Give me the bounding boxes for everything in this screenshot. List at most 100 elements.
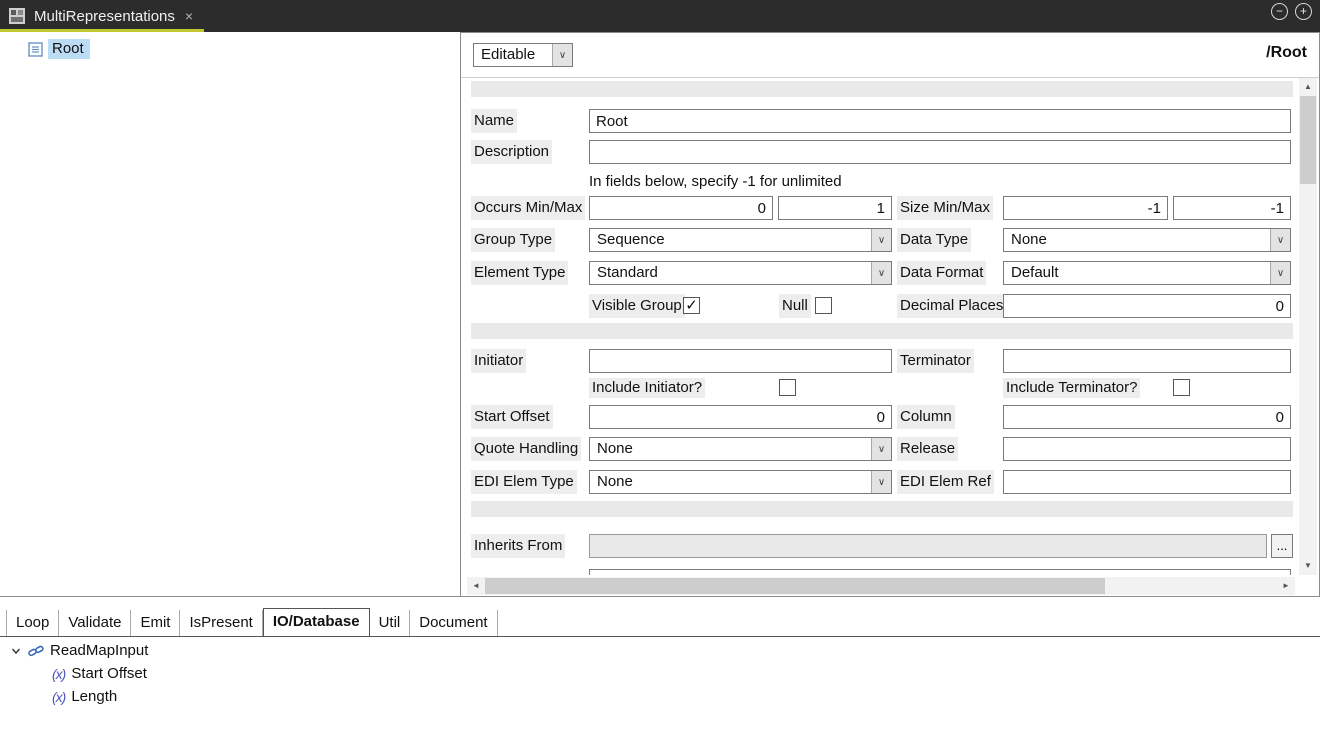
scroll-up-icon[interactable]: ▲	[1299, 78, 1317, 96]
vertical-scroll-thumb[interactable]	[1300, 96, 1316, 184]
tab-ispresent[interactable]: IsPresent	[180, 610, 262, 636]
chevron-down-icon[interactable]: ∨	[871, 471, 891, 493]
include-terminator-checkbox[interactable]	[1173, 379, 1190, 396]
schema-tree-panel: Root	[0, 32, 460, 596]
data-type-select[interactable]: None ∨	[1003, 228, 1291, 252]
release-label: Release	[897, 437, 958, 461]
tab-io-database[interactable]: IO/Database	[263, 608, 370, 637]
name-input[interactable]	[589, 109, 1291, 133]
data-format-label: Data Format	[897, 261, 986, 285]
section-separator	[471, 323, 1293, 339]
name-label: Name	[471, 109, 517, 133]
description-label: Description	[471, 140, 552, 164]
tab-loop[interactable]: Loop	[6, 610, 59, 636]
variable-icon: (x)	[52, 689, 65, 705]
tab-validate[interactable]: Validate	[59, 610, 131, 636]
element-type-select[interactable]: Standard ∨	[589, 261, 892, 285]
occurs-min-input[interactable]	[589, 196, 773, 220]
null-checkbox[interactable]	[815, 297, 832, 314]
inherits-from-label: Inherits From	[471, 534, 565, 558]
release-input[interactable]	[1003, 437, 1291, 461]
section-separator	[471, 81, 1293, 97]
decimal-places-input[interactable]	[1003, 294, 1291, 318]
bottom-tab-bar: Loop Validate Emit IsPresent IO/Database…	[0, 607, 1320, 637]
tree-item-readmapinput[interactable]: ReadMapInput	[0, 639, 1320, 662]
horizontal-scroll-thumb[interactable]	[485, 578, 1105, 594]
app-icon	[8, 7, 26, 25]
application-window: MultiRepresentations × − + Root Editable…	[0, 0, 1320, 748]
scroll-right-icon[interactable]: ►	[1277, 577, 1295, 595]
visible-group-checkbox[interactable]: ✓	[683, 297, 700, 314]
element-type-value: Standard	[590, 262, 871, 284]
document-tab-title: MultiRepresentations	[34, 8, 175, 25]
chevron-down-icon[interactable]	[10, 645, 22, 657]
tab-emit[interactable]: Emit	[131, 610, 180, 636]
chevron-down-icon[interactable]: ∨	[871, 438, 891, 460]
chevron-down-icon[interactable]: ∨	[1270, 229, 1290, 251]
terminator-label: Terminator	[897, 349, 974, 373]
chevron-down-icon[interactable]: ∨	[871, 229, 891, 251]
initiator-input[interactable]	[589, 349, 892, 373]
null-label: Null	[779, 294, 811, 318]
io-database-tree: ReadMapInput (x) Start Offset (x) Length	[0, 639, 1320, 708]
vertical-scrollbar[interactable]: ▲ ▼	[1299, 78, 1317, 575]
chevron-down-icon[interactable]: ∨	[552, 44, 572, 66]
circle-minus-icon[interactable]: −	[1271, 3, 1288, 20]
close-icon[interactable]: ×	[185, 8, 193, 24]
browse-button[interactable]: ...	[1271, 534, 1293, 558]
inherits-from-input	[589, 534, 1267, 558]
data-type-label: Data Type	[897, 228, 971, 252]
edi-elem-ref-label: EDI Elem Ref	[897, 470, 994, 494]
data-type-value: None	[1004, 229, 1270, 251]
tab-document[interactable]: Document	[410, 610, 497, 636]
edi-elem-type-select[interactable]: None ∨	[589, 470, 892, 494]
edi-elem-ref-input[interactable]	[1003, 470, 1291, 494]
edi-elem-type-value: None	[590, 471, 871, 493]
tab-util[interactable]: Util	[370, 610, 411, 636]
clipped-field	[589, 569, 1291, 575]
circle-plus-icon[interactable]: +	[1295, 3, 1312, 20]
column-input[interactable]	[1003, 405, 1291, 429]
tree-item-label: Length	[71, 688, 117, 705]
group-type-select[interactable]: Sequence ∨	[589, 228, 892, 252]
mode-select-value: Editable	[474, 44, 552, 66]
decimal-places-label: Decimal Places	[897, 294, 1006, 318]
unlimited-info-text: In fields below, specify -1 for unlimite…	[589, 172, 842, 192]
scroll-down-icon[interactable]: ▼	[1299, 557, 1317, 575]
tree-item-label: Start Offset	[71, 665, 147, 682]
group-type-value: Sequence	[590, 229, 871, 251]
document-tab[interactable]: MultiRepresentations ×	[0, 0, 204, 32]
occurs-max-input[interactable]	[778, 196, 892, 220]
mode-select[interactable]: Editable ∨	[473, 43, 573, 67]
window-controls: − +	[1271, 3, 1312, 20]
chevron-down-icon[interactable]: ∨	[871, 262, 891, 284]
element-type-label: Element Type	[471, 261, 568, 285]
properties-toolbar: Editable ∨ /Root	[461, 33, 1319, 78]
size-max-input[interactable]	[1173, 196, 1291, 220]
size-min-input[interactable]	[1003, 196, 1168, 220]
quote-handling-value: None	[590, 438, 871, 460]
panel-divider	[0, 596, 1320, 597]
chevron-down-icon[interactable]: ∨	[1270, 262, 1290, 284]
include-initiator-checkbox[interactable]	[779, 379, 796, 396]
start-offset-label: Start Offset	[471, 405, 553, 429]
data-format-select[interactable]: Default ∨	[1003, 261, 1291, 285]
occurs-min-max-label: Occurs Min/Max	[471, 196, 585, 220]
quote-handling-select[interactable]: None ∨	[589, 437, 892, 461]
description-input[interactable]	[589, 140, 1291, 164]
terminator-input[interactable]	[1003, 349, 1291, 373]
variable-icon: (x)	[52, 666, 65, 682]
tree-item-start-offset[interactable]: (x) Start Offset	[0, 662, 1320, 685]
start-offset-input[interactable]	[589, 405, 892, 429]
tree-item-label: Root	[48, 39, 90, 59]
tree-item-label: ReadMapInput	[50, 642, 148, 659]
horizontal-scrollbar[interactable]: ◄ ►	[467, 577, 1295, 595]
link-icon	[28, 643, 44, 659]
group-type-label: Group Type	[471, 228, 555, 252]
tree-item-length[interactable]: (x) Length	[0, 685, 1320, 708]
element-icon	[28, 42, 43, 57]
tree-item-root[interactable]: Root	[28, 38, 460, 60]
size-min-max-label: Size Min/Max	[897, 196, 993, 220]
scroll-left-icon[interactable]: ◄	[467, 577, 485, 595]
check-icon: ✓	[685, 297, 698, 314]
